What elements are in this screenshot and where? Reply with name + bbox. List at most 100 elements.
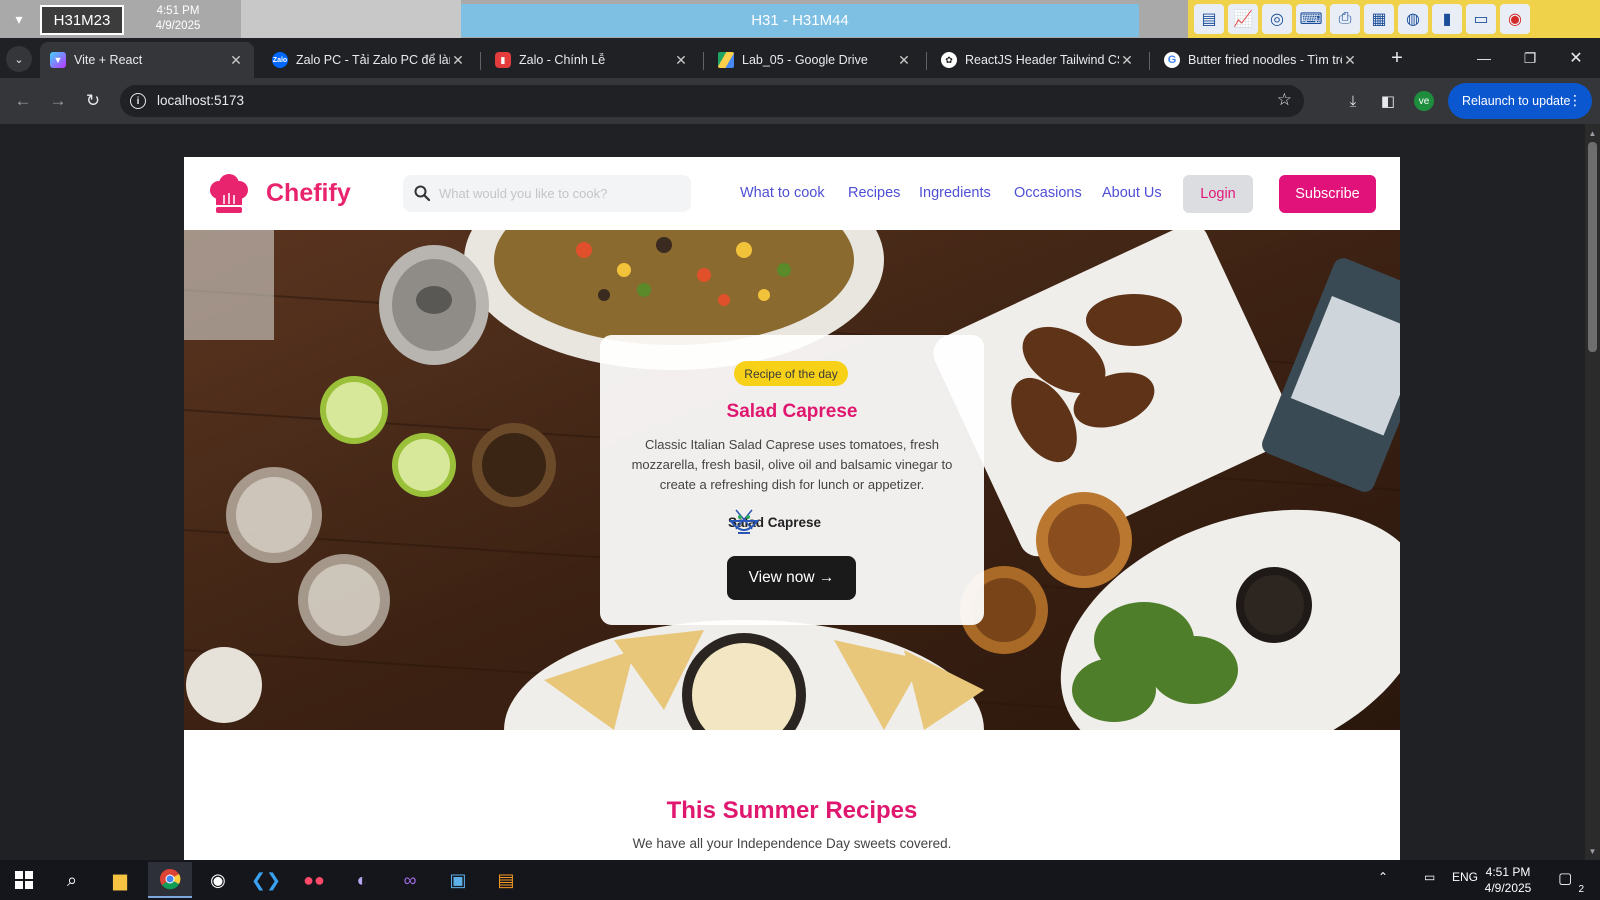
more-menu-icon[interactable]: ⋮ — [1568, 92, 1582, 109]
relaunch-button[interactable]: Relaunch to update ⋮ — [1448, 83, 1592, 119]
nav-about-us[interactable]: About Us — [1102, 185, 1162, 201]
tab-butter-fried-noodles[interactable]: G Butter fried noodles - Tìm trên ✕ — [1154, 42, 1368, 78]
tab-vite-react[interactable]: ▼ Vite + React ✕ — [40, 42, 254, 78]
remote-session-bar: ▾ H31M23 4:51 PM 4/9/2025 H31 - H31M44 ▤… — [0, 0, 1600, 38]
search-icon — [414, 185, 431, 202]
session-time: 4:51 PM — [156, 5, 200, 17]
taskbar-clock[interactable]: 4:51 PM 4/9/2025 — [1468, 864, 1548, 896]
tab-reactjs-header[interactable]: ✿ ReactJS Header Tailwind CSS ✕ — [931, 42, 1145, 78]
browser-app-icon[interactable]: ◉ — [196, 862, 240, 898]
vscode-icon[interactable]: ❮❯ — [244, 862, 288, 898]
recipe-search[interactable] — [403, 175, 691, 212]
close-window-icon[interactable]: ✕ — [1564, 46, 1588, 70]
session-date: 4/9/2025 — [155, 20, 201, 32]
nav-what-to-cook[interactable]: What to cook — [740, 185, 825, 201]
tab-label: Lab_05 - Google Drive — [742, 53, 868, 67]
eclipse-icon[interactable]: ◐ — [340, 862, 384, 898]
side-panel-icon[interactable]: ◧ — [1377, 90, 1399, 112]
close-icon[interactable]: ✕ — [228, 52, 244, 69]
address-url[interactable]: localhost:5173 — [157, 93, 244, 108]
tab-separator — [703, 52, 704, 70]
tab-zalo-chinh-le[interactable]: ▮ Zalo - Chính Lễ ✕ — [485, 42, 699, 78]
new-tab-plus-icon[interactable]: + — [1385, 46, 1409, 70]
browser-toolbar: ← → ↻ i localhost:5173 ☆ ⤓ ◧ ve Relaunch… — [0, 78, 1600, 124]
lifebuoy-icon[interactable]: ◉ — [1500, 4, 1530, 34]
visual-studio-icon[interactable]: ∞ — [388, 862, 432, 898]
tab-zalo-pc[interactable]: Zalo Zalo PC - Tải Zalo PC để làm ✕ — [262, 42, 476, 78]
taskbar-time: 4:51 PM — [1485, 865, 1531, 879]
subscribe-button[interactable]: Subscribe — [1279, 175, 1376, 213]
page-scrollbar[interactable]: ▲ ▼ — [1585, 124, 1600, 860]
session-clock: 4:51 PM 4/9/2025 — [148, 4, 208, 34]
chart-icon[interactable]: 📈 — [1228, 4, 1258, 34]
scroll-down-icon[interactable]: ▼ — [1585, 844, 1600, 858]
session-menu-icon[interactable]: ▾ — [6, 6, 32, 32]
brand-name[interactable]: Chefify — [266, 179, 351, 208]
view-now-button[interactable]: View now → — [727, 556, 856, 600]
tab-search-chevron-icon[interactable]: ⌄ — [6, 46, 32, 72]
vite-icon: ▼ — [50, 52, 66, 68]
session-spacer — [241, 0, 461, 38]
close-icon[interactable]: ✕ — [1119, 52, 1135, 69]
minimize-icon[interactable]: — — [1472, 46, 1496, 70]
google-drive-icon — [718, 52, 734, 68]
disc-icon[interactable]: ◎ — [1262, 4, 1292, 34]
window-icon[interactable]: ▦ — [1364, 4, 1394, 34]
globe-icon[interactable]: ◍ — [1398, 4, 1428, 34]
tab-separator — [1149, 52, 1150, 70]
tab-label: Zalo PC - Tải Zalo PC để làm — [296, 53, 450, 67]
notification-count: 2 — [1578, 884, 1584, 895]
nav-ingredients[interactable]: Ingredients — [919, 185, 991, 201]
chat-icon[interactable]: ▭ — [1466, 4, 1496, 34]
tab-google-drive[interactable]: Lab_05 - Google Drive ✕ — [708, 42, 922, 78]
reload-icon[interactable]: ↻ — [82, 90, 104, 112]
session-machine-id[interactable]: H31M23 — [40, 5, 124, 35]
tab-separator — [926, 52, 927, 70]
restore-icon[interactable]: ❐ — [1518, 46, 1542, 70]
back-arrow-icon[interactable]: ← — [12, 90, 34, 112]
network-icon[interactable]: ▭ — [1424, 870, 1435, 884]
bookmark-star-icon[interactable]: ☆ — [1277, 90, 1292, 110]
recipe-of-the-day-card: Recipe of the day Salad Caprese Classic … — [600, 335, 984, 625]
download-icon[interactable]: ⤓ — [1342, 90, 1364, 112]
nav-recipes[interactable]: Recipes — [848, 185, 900, 201]
session-title: H31 - H31M44 — [461, 4, 1139, 37]
recipe-title[interactable]: Salad Caprese — [600, 401, 984, 423]
close-icon[interactable]: ✕ — [673, 52, 689, 69]
app-pink-icon[interactable]: ●● — [292, 862, 336, 898]
tab-label: ReactJS Header Tailwind CSS — [965, 53, 1119, 67]
login-button[interactable]: Login — [1183, 175, 1253, 213]
tray-chevron-icon[interactable]: ⌃ — [1378, 870, 1388, 884]
site-info-icon[interactable]: i — [130, 93, 146, 109]
app-blue-icon[interactable]: ▣ — [436, 862, 480, 898]
keyboard-icon[interactable]: ⌨ — [1296, 4, 1326, 34]
notification-icon[interactable]: ▢ 2 — [1558, 869, 1584, 895]
windows-start-icon[interactable] — [2, 862, 46, 898]
chefify-page: Chefify What to cook Recipes Ingredients… — [184, 157, 1400, 860]
search-input[interactable] — [439, 175, 679, 212]
chef-hat-logo-icon[interactable] — [208, 173, 250, 215]
google-icon: G — [1164, 52, 1180, 68]
pdf-icon[interactable]: ▤ — [484, 862, 528, 898]
close-icon[interactable]: ✕ — [1342, 52, 1358, 69]
recipe-description: Classic Italian Salad Caprese uses tomat… — [631, 437, 953, 492]
address-bar[interactable]: i localhost:5173 ☆ — [120, 85, 1304, 117]
cabinet-icon[interactable]: ▤ — [1194, 4, 1224, 34]
taskbar-date: 4/9/2025 — [1484, 881, 1532, 895]
search-icon[interactable]: ⌕ — [50, 862, 94, 898]
close-icon[interactable]: ✕ — [896, 52, 912, 69]
zalo-icon: Zalo — [272, 52, 288, 68]
hero-banner: Recipe of the day Salad Caprese Classic … — [184, 230, 1400, 730]
file-explorer-icon[interactable]: ▆ — [98, 862, 142, 898]
scroll-thumb[interactable] — [1588, 142, 1597, 352]
nav-occasions[interactable]: Occasions — [1014, 185, 1082, 201]
tab-separator — [480, 52, 481, 70]
printer-icon[interactable]: ⎙ — [1330, 4, 1360, 34]
chrome-icon[interactable] — [148, 862, 192, 898]
scroll-up-icon[interactable]: ▲ — [1585, 126, 1600, 140]
close-icon[interactable]: ✕ — [450, 52, 466, 69]
book-icon[interactable]: ▮ — [1432, 4, 1462, 34]
forward-arrow-icon[interactable]: → — [47, 90, 69, 112]
profile-avatar[interactable]: ve — [1414, 91, 1434, 111]
tab-label: Zalo - Chính Lễ — [519, 53, 606, 67]
